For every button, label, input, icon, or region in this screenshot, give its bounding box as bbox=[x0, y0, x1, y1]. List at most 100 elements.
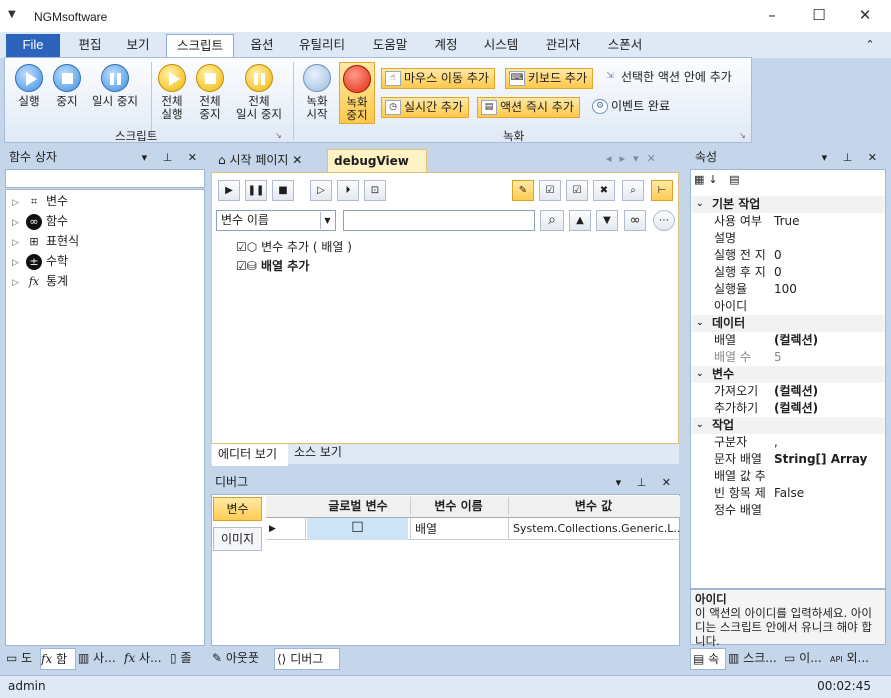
property-row[interactable]: 실행 후 지 0 bbox=[712, 264, 884, 281]
tab-output[interactable]: ✎ 아웃풋 bbox=[212, 648, 272, 670]
left-tab-functions[interactable]: fx 함 bbox=[40, 648, 76, 670]
tab-source-view[interactable]: 소스 보기 bbox=[291, 442, 351, 464]
property-value[interactable]: True bbox=[774, 213, 800, 230]
column-header[interactable]: 변수 이름 bbox=[410, 497, 506, 515]
minimize-button[interactable]: – bbox=[752, 4, 792, 28]
property-category[interactable]: ⌄ 변수 bbox=[692, 366, 884, 383]
move-down-icon[interactable]: ▼ bbox=[596, 210, 618, 231]
tab-sponsor[interactable]: 스폰서 bbox=[598, 34, 652, 58]
property-row[interactable]: 가져오기 (컬렉션) bbox=[712, 383, 884, 400]
property-category[interactable]: ⌄ 데이터 bbox=[692, 315, 884, 332]
delete-icon[interactable]: ✖ bbox=[593, 180, 615, 201]
property-row[interactable]: 정수 배열 bbox=[712, 502, 884, 519]
property-row[interactable]: 빈 항목 제 False bbox=[712, 485, 884, 502]
document-nav-controls[interactable]: ◂▸▾✕ bbox=[606, 152, 664, 165]
run-button[interactable]: 실행 bbox=[9, 64, 49, 108]
pane-controls[interactable]: ▾ ⊥ ✕ bbox=[142, 147, 203, 168]
more-icon[interactable]: ⋯ bbox=[653, 210, 675, 231]
global-variable-checkbox[interactable]: ☐ bbox=[307, 518, 408, 540]
property-value[interactable]: , bbox=[774, 434, 778, 451]
property-row[interactable]: 설명 bbox=[712, 230, 884, 247]
pause-button[interactable]: 일시 중지 bbox=[87, 64, 143, 108]
tab-account[interactable]: 계정 bbox=[424, 34, 468, 58]
tab-editor-view[interactable]: 에디터 보기 bbox=[212, 444, 288, 466]
property-row[interactable]: 배열 (컬렉션) bbox=[712, 332, 884, 349]
property-value[interactable]: 0 bbox=[774, 264, 782, 281]
tab-admin[interactable]: 관리자 bbox=[536, 34, 590, 58]
add-realtime-button[interactable]: ◷ 실시간 추가 bbox=[381, 97, 470, 118]
pane-controls[interactable]: ▾ ⊥ ✕ bbox=[822, 147, 883, 168]
function-search-input[interactable] bbox=[5, 169, 205, 188]
app-menu-icon[interactable]: ▼ bbox=[8, 9, 16, 20]
column-header[interactable]: 글로벌 변수 bbox=[308, 497, 408, 515]
property-row[interactable]: 배열 수 5 bbox=[712, 349, 884, 366]
property-row[interactable]: 문자 배열 String[] Array bbox=[712, 451, 884, 468]
property-category[interactable]: ⌄ 작업 bbox=[692, 417, 884, 434]
left-tab-user-functions[interactable]: fx 사... bbox=[124, 648, 168, 670]
edit-icon[interactable]: ✎ bbox=[512, 180, 534, 201]
property-row[interactable]: 구분자, bbox=[712, 434, 884, 451]
add-keyboard-button[interactable]: ⌨ 키보드 추가 bbox=[505, 68, 594, 89]
tab-images[interactable]: 이미지 bbox=[213, 527, 262, 551]
right-tab-image[interactable]: ▭ 이... bbox=[784, 648, 828, 670]
step-into-icon[interactable]: ⏵ bbox=[337, 180, 359, 201]
tab-debug[interactable]: ⟨⟩ 디버그 bbox=[274, 648, 340, 670]
property-value[interactable]: (컬렉션) bbox=[774, 332, 818, 349]
checkbox-icon[interactable]: ☑ bbox=[236, 259, 247, 273]
dialog-launcher-icon[interactable]: ↘ bbox=[739, 131, 746, 140]
property-value[interactable]: False bbox=[774, 485, 804, 502]
property-row[interactable]: 추가하기 (컬렉션) bbox=[712, 400, 884, 417]
table-row[interactable]: ▶ ☐ 배열 System.Collections.Generic.L... bbox=[266, 518, 680, 540]
check-all-icon[interactable]: ☑ bbox=[566, 180, 588, 201]
action-tree-item[interactable]: ☑⛁ 배열 추가 bbox=[236, 257, 309, 275]
tab-view[interactable]: 보기 bbox=[116, 34, 160, 58]
event-complete-button[interactable]: ⚙ 이벤트 완료 bbox=[589, 97, 675, 118]
step-over-icon[interactable]: ⊡ bbox=[364, 180, 386, 201]
left-tab-dictionary[interactable]: ▥ 사... bbox=[78, 648, 122, 670]
step-icon[interactable]: ▷ bbox=[310, 180, 332, 201]
action-tree-item[interactable]: ☑⬡ 변수 추가 ( 배열 ) bbox=[236, 238, 352, 256]
pause-icon[interactable]: ❚❚ bbox=[245, 180, 267, 201]
property-row[interactable]: 사용 여부 True bbox=[712, 213, 884, 230]
run-all-button[interactable]: 전체 실행 bbox=[153, 64, 191, 121]
tree-icon[interactable]: ⊢ bbox=[651, 180, 673, 201]
checkbox-icon[interactable]: ☑ bbox=[236, 240, 247, 254]
left-tab-favorites[interactable]: ▯ 졸 bbox=[170, 648, 204, 670]
collapse-icon[interactable]: ⌄ bbox=[696, 315, 704, 332]
infinity-icon[interactable]: ∞ bbox=[624, 210, 646, 231]
tab-start-page[interactable]: ⌂ 시작 페이지 ✕ bbox=[212, 149, 326, 173]
close-button[interactable]: ✕ bbox=[845, 4, 885, 28]
collapse-icon[interactable]: ⌄ bbox=[696, 196, 704, 213]
property-value[interactable]: (컬렉션) bbox=[774, 400, 818, 417]
file-tab[interactable]: File bbox=[6, 34, 60, 58]
search-input[interactable] bbox=[343, 210, 535, 231]
property-row[interactable]: 실행율 100 bbox=[712, 281, 884, 298]
field-select[interactable]: 변수 이름 ▼ bbox=[216, 210, 336, 231]
tab-options[interactable]: 옵션 bbox=[240, 34, 284, 58]
property-value[interactable]: 0 bbox=[774, 247, 782, 264]
property-row[interactable]: 아이디 bbox=[712, 298, 884, 315]
property-value[interactable]: (컬렉션) bbox=[774, 383, 818, 400]
property-value[interactable]: String[] Array bbox=[774, 451, 867, 468]
dialog-launcher-icon[interactable]: ↘ bbox=[275, 131, 282, 140]
stop-icon[interactable]: ■ bbox=[272, 180, 294, 201]
property-pages-icon[interactable]: ▤ bbox=[729, 173, 743, 186]
right-tab-script[interactable]: ▥ 스크... bbox=[728, 648, 782, 670]
column-header[interactable]: 변수 값 bbox=[508, 497, 678, 515]
tab-help[interactable]: 도움말 bbox=[362, 34, 418, 58]
pause-all-button[interactable]: 전체 일시 중지 bbox=[229, 64, 289, 121]
check-icon[interactable]: ☑ bbox=[539, 180, 561, 201]
tree-item-math[interactable]: ▷ ± 수학 bbox=[12, 252, 68, 272]
collapse-icon[interactable]: ⌄ bbox=[696, 417, 704, 434]
collapse-ribbon-icon[interactable]: ⌃ bbox=[860, 34, 880, 58]
stop-button[interactable]: 중지 bbox=[49, 64, 85, 108]
tab-utility[interactable]: 유틸리티 bbox=[290, 34, 354, 58]
right-tab-external[interactable]: API 외... bbox=[830, 648, 882, 670]
search-icon[interactable]: ⌕ bbox=[540, 210, 564, 231]
add-mouse-move-button[interactable]: ☝ 마우스 이동 추가 bbox=[381, 68, 495, 89]
right-tab-properties[interactable]: ▤ 속 bbox=[690, 648, 726, 670]
tab-edit[interactable]: 편집 bbox=[68, 34, 112, 58]
add-action-immediately-button[interactable]: ▤ 액션 즉시 추가 bbox=[477, 97, 580, 118]
alphabetical-icon[interactable]: ↓ bbox=[708, 173, 721, 186]
move-up-icon[interactable]: ▲ bbox=[569, 210, 591, 231]
